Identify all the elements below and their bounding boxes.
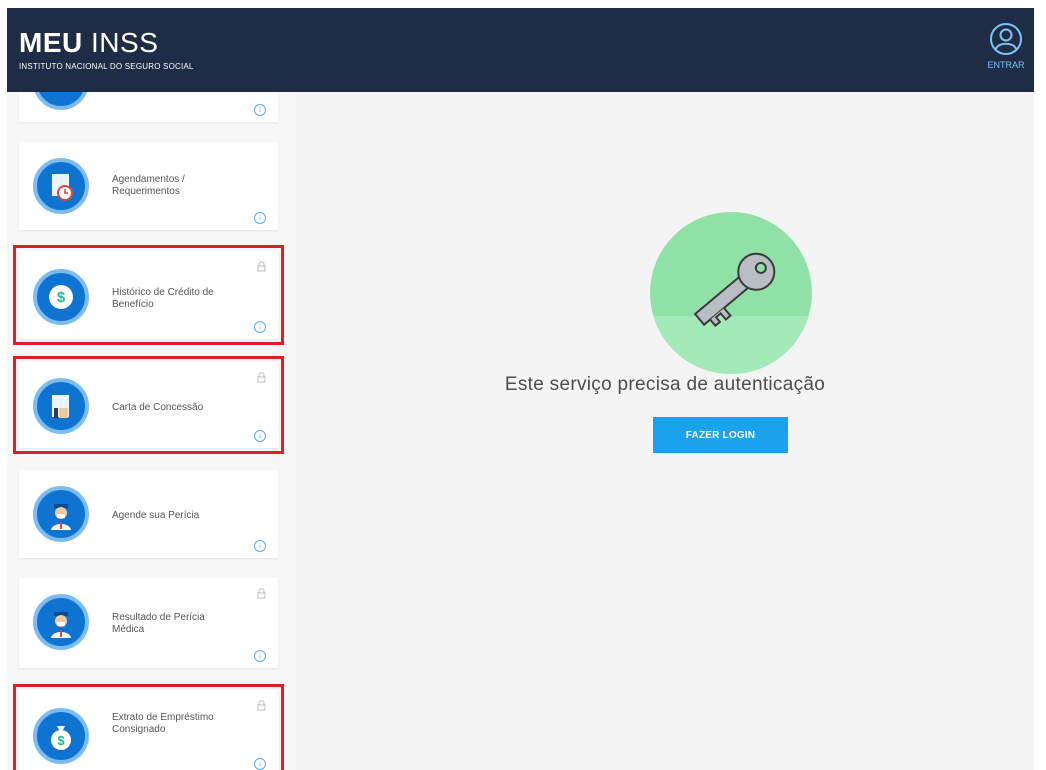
brand-title: MEU INSS [19,27,159,58]
service-card-extrato-emprestimo[interactable]: $ Extrato de Empréstimo Consignado i [13,684,284,770]
info-icon[interactable]: i [254,212,266,224]
info-icon[interactable]: i [254,650,266,662]
services-sidebar[interactable]: i Agendamentos / Requerimentos i $ Histó… [7,92,296,770]
service-label: Agendamentos / Requerimentos [112,174,185,197]
login-user-button[interactable]: ENTRAR [984,22,1028,70]
dollar-coin-icon: $ [33,269,89,325]
service-icon [33,92,89,110]
info-icon[interactable]: i [254,540,266,552]
user-icon [990,23,1022,55]
lock-icon [257,586,266,604]
letter-thumbs-up-icon [33,378,89,434]
service-label: Agende sua Perícia [112,510,200,521]
doctor-icon [33,594,89,650]
main-content: Este serviço precisa de autenticação FAZ… [296,92,1034,770]
svg-text:$: $ [57,289,66,306]
service-card-partial[interactable]: i [19,92,278,122]
auth-required-message: Este serviço precisa de autenticação [504,374,826,395]
service-card-historico-credito[interactable]: $ Histórico de Crédito de Benefício i [13,245,284,345]
lock-icon [257,259,266,277]
service-card-resultado-pericia[interactable]: Resultado de Perícia Médica i [19,578,278,668]
money-bag-icon: $ [33,708,89,764]
brand-subtitle: INSTITUTO NACIONAL DO SEGURO SOCIAL [19,62,194,71]
service-card-agende-pericia[interactable]: Agende sua Perícia i [19,470,278,558]
app-header: MEU INSS INSTITUTO NACIONAL DO SEGURO SO… [7,8,1034,92]
lock-icon [257,370,266,388]
brand-logo[interactable]: MEU INSS INSTITUTO NACIONAL DO SEGURO SO… [19,27,194,72]
service-card-carta-concessao[interactable]: Carta de Concessão i [13,356,284,454]
info-icon[interactable]: i [254,321,266,333]
svg-text:$: $ [57,733,65,748]
login-button[interactable]: FAZER LOGIN [653,417,788,453]
key-icon [650,212,812,374]
doctor-icon [33,486,89,542]
login-label: ENTRAR [987,60,1025,70]
info-icon[interactable]: i [254,758,266,770]
service-label: Resultado de Perícia Médica [112,612,205,635]
calendar-document-icon [33,158,89,214]
service-label: Extrato de Empréstimo Consignado [112,712,214,735]
info-icon[interactable]: i [254,104,266,116]
info-icon[interactable]: i [254,430,266,442]
service-label: Carta de Concessão [112,402,204,413]
service-label: Histórico de Crédito de Benefício [112,287,214,310]
service-card-agendamentos[interactable]: Agendamentos / Requerimentos i [19,142,278,230]
lock-icon [257,698,266,716]
